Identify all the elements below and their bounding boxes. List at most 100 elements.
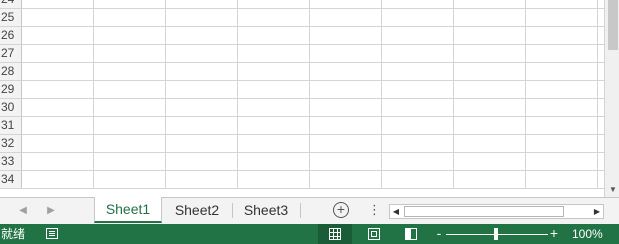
row-header[interactable]: 28 (0, 63, 22, 80)
grid-cell[interactable] (22, 45, 94, 62)
grid-cell[interactable] (382, 63, 454, 80)
grid-cell[interactable] (238, 171, 310, 188)
grid-cell[interactable] (94, 9, 166, 26)
grid-cell[interactable] (310, 45, 382, 62)
grid-cell[interactable] (94, 153, 166, 170)
grid-cell[interactable] (526, 27, 598, 44)
grid-row[interactable]: 31 (0, 117, 604, 135)
grid-cell[interactable] (454, 27, 526, 44)
grid-cell[interactable] (22, 135, 94, 152)
grid-cell[interactable] (22, 153, 94, 170)
grid-cell[interactable] (22, 9, 94, 26)
grid-cell[interactable] (238, 135, 310, 152)
grid-cell[interactable] (94, 117, 166, 134)
zoom-level-text[interactable]: 100% (572, 226, 603, 242)
grid-cell[interactable] (526, 171, 598, 188)
vertical-scrollbar[interactable]: ▼ (604, 0, 619, 197)
sheet-tab-sheet3[interactable]: Sheet3 (233, 198, 299, 223)
grid-cell[interactable] (526, 0, 598, 8)
grid-cell[interactable] (454, 0, 526, 8)
grid-cell[interactable] (22, 99, 94, 116)
grid-cell[interactable] (166, 9, 238, 26)
row-header[interactable]: 29 (0, 81, 22, 98)
grid-cell[interactable] (238, 0, 310, 8)
grid-cell[interactable] (310, 9, 382, 26)
grid-cell[interactable] (382, 0, 454, 8)
grid-cell[interactable] (526, 99, 598, 116)
caret-left-icon[interactable]: ◀ (16, 203, 30, 219)
grid-cell[interactable] (238, 9, 310, 26)
row-header[interactable]: 33 (0, 153, 22, 170)
row-header[interactable]: 31 (0, 117, 22, 134)
grid-row[interactable]: 29 (0, 81, 604, 99)
grid-cell[interactable] (526, 153, 598, 170)
sheet-tab-sheet2[interactable]: Sheet2 (164, 198, 230, 223)
grid-row[interactable]: 24 (0, 0, 604, 9)
grid-cell[interactable] (310, 63, 382, 80)
grid-cell[interactable] (94, 45, 166, 62)
scroll-down-arrow-icon[interactable]: ▼ (608, 185, 618, 195)
grid-cell[interactable] (22, 63, 94, 80)
grid-cell[interactable] (382, 135, 454, 152)
grid-cell[interactable] (238, 81, 310, 98)
page-break-preview-button[interactable] (394, 224, 428, 244)
grid-cell[interactable] (454, 153, 526, 170)
grid-cell[interactable] (382, 117, 454, 134)
grid-cell[interactable] (94, 27, 166, 44)
grid-cell[interactable] (526, 81, 598, 98)
grid-row[interactable]: 28 (0, 63, 604, 81)
grid-cell[interactable] (238, 153, 310, 170)
grid-cell[interactable] (310, 171, 382, 188)
grid-cell[interactable] (382, 99, 454, 116)
grid-cell[interactable] (22, 81, 94, 98)
grid-cell[interactable] (454, 99, 526, 116)
grid-cell[interactable] (94, 99, 166, 116)
grid-cell[interactable] (310, 135, 382, 152)
row-header[interactable]: 26 (0, 27, 22, 44)
grid-cell[interactable] (94, 81, 166, 98)
grid-cell[interactable] (166, 99, 238, 116)
grid-cell[interactable] (166, 135, 238, 152)
spreadsheet-grid[interactable]: 2425262728293031323334 (0, 0, 604, 197)
row-header[interactable]: 25 (0, 9, 22, 26)
grid-cell[interactable] (454, 117, 526, 134)
grid-cell[interactable] (238, 99, 310, 116)
grid-cell[interactable] (310, 117, 382, 134)
grid-cell[interactable] (454, 9, 526, 26)
grid-cell[interactable] (454, 81, 526, 98)
grid-cell[interactable] (310, 0, 382, 8)
grid-cell[interactable] (454, 135, 526, 152)
grid-cell[interactable] (94, 171, 166, 188)
row-header[interactable]: 24 (0, 0, 22, 8)
grid-cell[interactable] (382, 9, 454, 26)
scroll-left-arrow-icon[interactable]: ◀ (390, 205, 402, 218)
grid-cell[interactable] (22, 27, 94, 44)
grid-cell[interactable] (238, 63, 310, 80)
grid-cell[interactable] (310, 153, 382, 170)
grid-cell[interactable] (166, 81, 238, 98)
row-header[interactable]: 27 (0, 45, 22, 62)
grid-row[interactable]: 26 (0, 27, 604, 45)
row-header[interactable]: 30 (0, 99, 22, 116)
sheet-tab-sheet1[interactable]: Sheet1 (94, 197, 162, 223)
grid-cell[interactable] (526, 135, 598, 152)
grid-cell[interactable] (166, 171, 238, 188)
grid-cell[interactable] (382, 45, 454, 62)
grid-cell[interactable] (526, 117, 598, 134)
grid-cell[interactable] (454, 63, 526, 80)
grid-row[interactable]: 32 (0, 135, 604, 153)
grid-cell[interactable] (166, 27, 238, 44)
scroll-right-arrow-icon[interactable]: ▶ (591, 205, 603, 218)
horizontal-scroll-thumb[interactable] (404, 206, 564, 217)
zoom-out-button[interactable]: - (434, 225, 444, 241)
grid-row[interactable]: 30 (0, 99, 604, 117)
grid-cell[interactable] (22, 117, 94, 134)
grid-cell[interactable] (382, 171, 454, 188)
grid-cell[interactable] (382, 153, 454, 170)
grid-cell[interactable] (382, 81, 454, 98)
grid-row[interactable]: 33 (0, 153, 604, 171)
vertical-ellipsis-icon[interactable]: ⋮ (368, 202, 381, 218)
zoom-in-button[interactable]: + (548, 225, 560, 241)
grid-cell[interactable] (382, 27, 454, 44)
grid-cell[interactable] (238, 117, 310, 134)
